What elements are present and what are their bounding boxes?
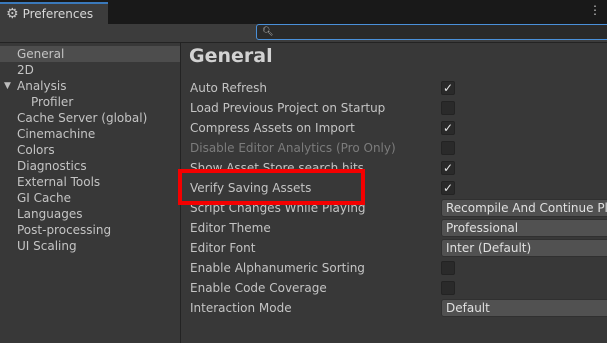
alphanumeric-sorting-checkbox[interactable] (441, 261, 455, 275)
setting-auto-refresh: Auto Refresh ✓ (181, 78, 607, 98)
load-previous-project-checkbox[interactable] (441, 101, 455, 115)
sidebar-item-label: Colors (17, 143, 55, 157)
setting-label: Disable Editor Analytics (Pro Only) (190, 141, 396, 155)
sidebar-item-ui-scaling[interactable]: UI Scaling (0, 238, 180, 254)
sidebar-item-colors[interactable]: Colors (0, 142, 180, 158)
tab-title: Preferences (22, 7, 94, 21)
sidebar-item-general[interactable]: General (0, 46, 180, 62)
setting-editor-font: Editor Font Inter (Default) (181, 238, 607, 258)
sidebar-item-label: 2D (17, 63, 34, 77)
compress-assets-checkbox[interactable]: ✓ (441, 121, 455, 135)
fold-arrow-icon[interactable]: ▼ (4, 78, 11, 94)
setting-load-previous-project: Load Previous Project on Startup (181, 98, 607, 118)
sidebar-item-label: General (17, 47, 65, 61)
sidebar-item-languages[interactable]: Languages (0, 206, 180, 222)
setting-label: Interaction Mode (190, 301, 292, 315)
kebab-icon[interactable]: ⋮ (589, 3, 601, 17)
sidebar-item-label: Post-processing (17, 223, 112, 237)
setting-interaction-mode: Interaction Mode Default (181, 298, 607, 318)
setting-label: Compress Assets on Import (190, 121, 355, 135)
sidebar-item-gi-cache[interactable]: GI Cache (0, 190, 180, 206)
sidebar-item-label: Cache Server (global) (17, 111, 148, 125)
sidebar-item-label: Cinemachine (17, 127, 96, 141)
highlight-annotation (178, 169, 365, 205)
preferences-tab[interactable]: ⚙ Preferences (0, 2, 108, 24)
setting-label: Enable Code Coverage (190, 281, 327, 295)
setting-label: Enable Alphanumeric Sorting (190, 261, 365, 275)
gear-icon: ⚙ (6, 6, 19, 22)
setting-editor-theme: Editor Theme Professional (181, 218, 607, 238)
search-icon: 🔍︎ (262, 27, 274, 37)
page-title: General (189, 45, 273, 67)
search-input[interactable] (273, 26, 607, 38)
sidebar-item-analysis[interactable]: ▼ Analysis (0, 78, 180, 94)
sidebar-item-post-processing[interactable]: Post-processing (0, 222, 180, 238)
sidebar-item-label: External Tools (17, 175, 101, 189)
interaction-mode-dropdown[interactable]: Default (441, 299, 607, 317)
script-changes-dropdown[interactable]: Recompile And Continue Playing (441, 199, 607, 217)
sidebar-item-external-tools[interactable]: External Tools (0, 174, 180, 190)
setting-code-coverage: Enable Code Coverage (181, 278, 607, 298)
setting-label: Editor Theme (190, 221, 271, 235)
setting-label: Load Previous Project on Startup (190, 101, 386, 115)
auto-refresh-checkbox[interactable]: ✓ (441, 81, 455, 95)
sidebar-item-label: Analysis (17, 79, 67, 93)
sidebar-item-label: Languages (17, 207, 83, 221)
sidebar-item-label: UI Scaling (17, 239, 77, 253)
setting-label: Auto Refresh (190, 81, 267, 95)
editor-font-dropdown[interactable]: Inter (Default) (441, 239, 607, 257)
sidebar-item-cache-server[interactable]: Cache Server (global) (0, 110, 180, 126)
disable-analytics-checkbox (441, 141, 455, 155)
sidebar-item-label: GI Cache (17, 191, 71, 205)
sidebar-item-profiler[interactable]: Profiler (0, 94, 180, 110)
sidebar-item-label: Diagnostics (17, 159, 87, 173)
code-coverage-checkbox[interactable] (441, 281, 455, 295)
sidebar-item-diagnostics[interactable]: Diagnostics (0, 158, 180, 174)
setting-compress-assets: Compress Assets on Import ✓ (181, 118, 607, 138)
sidebar-item-cinemachine[interactable]: Cinemachine (0, 126, 180, 142)
setting-label: Editor Font (190, 241, 256, 255)
setting-alphanumeric-sorting: Enable Alphanumeric Sorting (181, 258, 607, 278)
sidebar-item-label: Profiler (31, 95, 74, 109)
asset-store-hits-checkbox[interactable]: ✓ (441, 161, 455, 175)
verify-saving-assets-checkbox[interactable]: ✓ (441, 181, 455, 195)
sidebar: General 2D ▼ Analysis Profiler Cache Ser… (0, 43, 181, 343)
setting-disable-editor-analytics: Disable Editor Analytics (Pro Only) (181, 138, 607, 158)
search-field[interactable]: 🔍︎ (256, 24, 607, 40)
sidebar-item-2d[interactable]: 2D (0, 62, 180, 78)
editor-theme-dropdown[interactable]: Professional (441, 219, 607, 237)
